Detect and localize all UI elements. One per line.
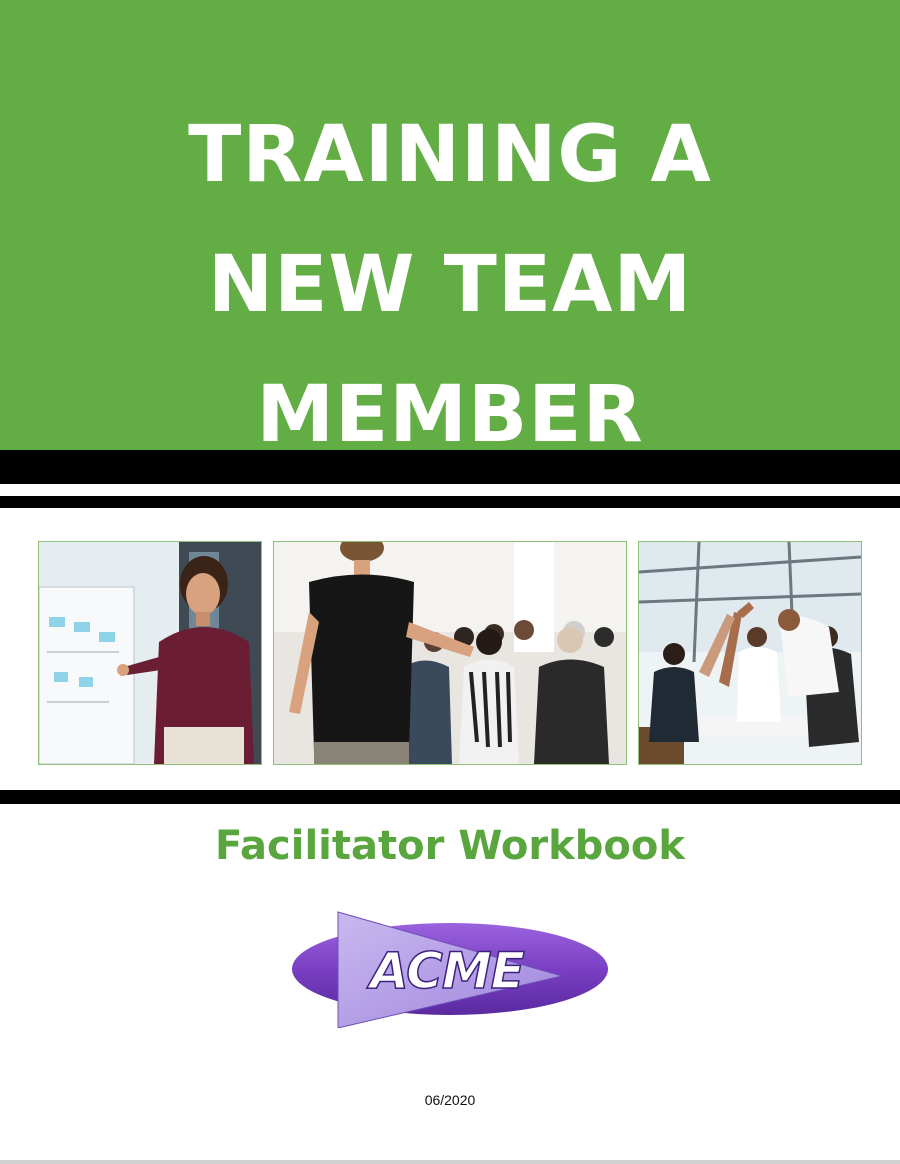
title-line-2: NEW TEAM (207, 240, 693, 330)
publication-date: 06/2020 (424, 1092, 476, 1108)
audience-seminar-photo (273, 541, 627, 765)
cover-title: TRAINING A NEW TEAM MEMBER (0, 90, 900, 480)
divider-stripe-bottom (0, 790, 900, 804)
page-edge (0, 1160, 900, 1164)
workbook-subtitle: Facilitator Workbook (215, 823, 685, 869)
title-line-1: TRAINING A (188, 110, 712, 200)
divider-stripe-thick (0, 450, 900, 484)
presenter-at-whiteboard-photo (38, 541, 262, 765)
divider-stripe-thin (0, 496, 900, 508)
team-high-five-photo (638, 541, 862, 765)
logo-wordmark: ACME (366, 942, 525, 1000)
acme-logo: ACME (290, 910, 610, 1028)
